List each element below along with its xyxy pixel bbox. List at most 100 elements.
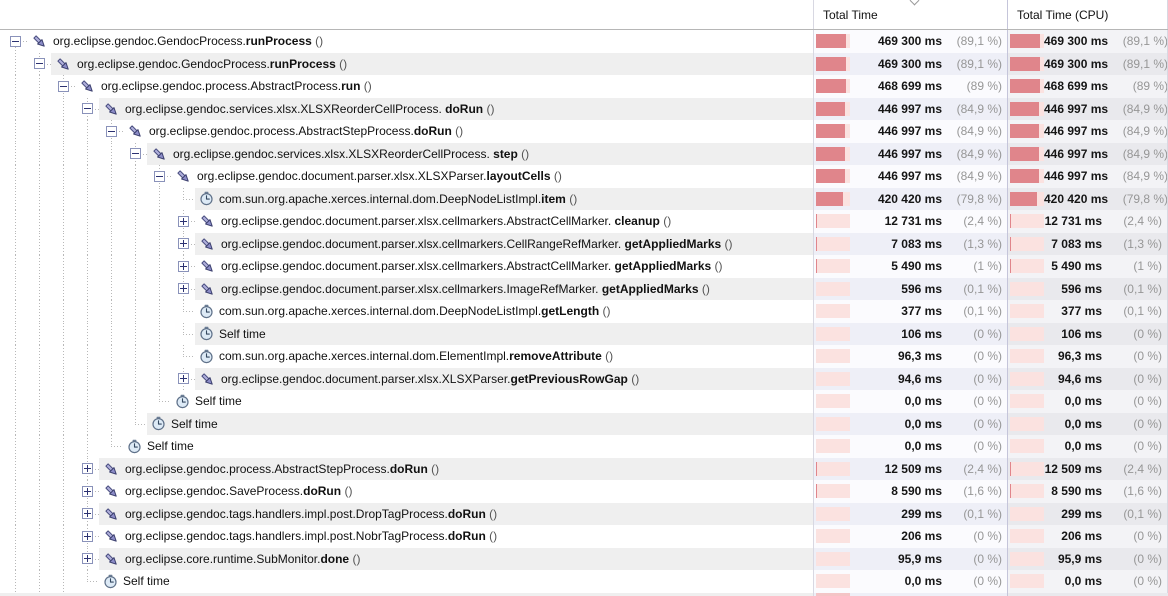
expand-toggle[interactable]: [178, 283, 189, 295]
column-header-total-time[interactable]: Total Time: [813, 0, 1007, 29]
column-header-method[interactable]: [0, 0, 813, 29]
expand-toggle[interactable]: [178, 215, 189, 227]
tree-row[interactable]: Self time 0,0 ms (0 %) 0,0 ms (0 %): [0, 412, 1168, 435]
expand-toggle[interactable]: [178, 238, 189, 250]
tree-guide-line: [51, 322, 75, 345]
method-qualified-name: org.eclipse.gendoc.services.xlsx.XLSXReo…: [173, 143, 529, 166]
expand-toggle[interactable]: [178, 373, 189, 385]
tree-row-content: org.eclipse.gendoc.services.xlsx.XLSXReo…: [147, 142, 813, 166]
time-bar: [1010, 259, 1044, 274]
collapse-toggle[interactable]: [58, 80, 69, 92]
time-percent: (2,4 %): [963, 461, 1002, 476]
method-qualified-name: com.sun.org.apache.xerces.internal.dom.D…: [219, 188, 577, 211]
tree-row[interactable]: org.eclipse.gendoc.services.xlsx.XLSXReo…: [0, 97, 1168, 120]
time-bar: [1010, 484, 1044, 499]
tree-row[interactable]: org.eclipse.core.runtime.SubMonitor.done…: [0, 547, 1168, 570]
time-percent: (1 %): [1133, 259, 1162, 273]
tree-row[interactable]: org.eclipse.gendoc.document.parser.xlsx.…: [0, 210, 1168, 233]
time-bar: [1010, 146, 1044, 161]
column-header-total-time-cpu[interactable]: Total Time (CPU): [1007, 0, 1168, 29]
time-bar: [816, 146, 850, 161]
tree-row[interactable]: org.eclipse.gendoc.document.parser.xlsx.…: [0, 255, 1168, 278]
self-time-icon: [176, 394, 189, 408]
tree-row[interactable]: Self time 0,0 ms (0 %) 0,0 ms (0 %): [0, 570, 1168, 593]
tree-row[interactable]: org.eclipse.gendoc.tags.handlers.impl.po…: [0, 525, 1168, 548]
time-value: 469 300 ms: [1044, 56, 1109, 71]
collapse-toggle[interactable]: [130, 148, 141, 160]
tree-row[interactable]: org.eclipse.gendoc.tags.handlers.impl.po…: [0, 502, 1168, 525]
tree-guide-line: [183, 198, 193, 200]
method-cell: org.eclipse.gendoc.document.parser.xlsx.…: [0, 367, 813, 390]
total-time-cell: 446 997 ms (84,9 %): [813, 120, 1007, 143]
tree-row[interactable]: org.eclipse.gendoc.document.parser.xlsx.…: [0, 232, 1168, 255]
time-value: 7 083 ms: [891, 236, 942, 251]
time-value: 469 300 ms: [877, 34, 942, 48]
tree-row[interactable]: com.sun.org.apache.xerces.internal.dom.D…: [0, 187, 1168, 211]
time-value: 468 699 ms: [877, 79, 942, 93]
method-cell: org.eclipse.gendoc.process.AbstractProce…: [0, 75, 813, 98]
time-value: 446 997 ms: [877, 146, 942, 161]
tree-guide-line: [3, 367, 27, 390]
tree-row[interactable]: org.eclipse.gendoc.document.parser.xlsx.…: [0, 165, 1168, 188]
tree-row[interactable]: Self time 0,0 ms (0 %) 0,0 ms (0 %): [0, 390, 1168, 413]
time-bar-fill: [1010, 124, 1039, 139]
method-cell: Self time: [0, 412, 813, 435]
collapse-toggle[interactable]: [154, 170, 165, 182]
tree-row[interactable]: org.eclipse.gendoc.document.parser.xlsx.…: [0, 277, 1168, 300]
time-value: 96,3 ms: [897, 349, 942, 363]
collapse-toggle[interactable]: [106, 125, 117, 137]
time-value: 0,0 ms: [1064, 574, 1102, 588]
time-bar: [1010, 281, 1044, 296]
expand-toggle[interactable]: [178, 260, 189, 272]
method-cell: org.eclipse.gendoc.document.parser.xlsx.…: [0, 255, 813, 278]
tree-row-content: org.eclipse.gendoc.document.parser.xlsx.…: [171, 165, 813, 188]
collapse-toggle[interactable]: [82, 103, 93, 115]
expand-toggle[interactable]: [82, 530, 93, 542]
tree-guide-line: [159, 401, 169, 403]
tree-row[interactable]: org.eclipse.gendoc.GendocProcess.runProc…: [0, 30, 1168, 53]
method-cell: org.eclipse.gendoc.document.parser.xlsx.…: [0, 232, 813, 255]
tree-row[interactable]: org.eclipse.gendoc.document.parser.xlsx.…: [0, 367, 1168, 390]
cpu-time-cell: 377 ms (0,1 %): [1007, 300, 1168, 323]
collapse-toggle[interactable]: [10, 35, 21, 47]
tree-row[interactable]: Self time 0,0 ms (0 %) 0,0 ms (0 %): [0, 435, 1168, 458]
tree-row[interactable]: Self time 106 ms (0 %) 106 ms (0 %): [0, 322, 1168, 346]
package-name: org.eclipse.gendoc.services.xlsx.XLSXReo…: [125, 101, 446, 116]
total-time-cell: 468 699 ms (89 %): [813, 75, 1007, 98]
tree-row[interactable]: org.eclipse.gendoc.SaveProcess.doRun () 8…: [0, 480, 1168, 503]
tree-row[interactable]: org.eclipse.gendoc.process.AbstractProce…: [0, 75, 1168, 98]
tree-row[interactable]: com.sun.org.apache.xerces.internal.dom.E…: [0, 345, 1168, 368]
tree-row[interactable]: org.eclipse.gendoc.process.AbstractStepP…: [0, 120, 1168, 143]
method-parens: (): [349, 551, 361, 566]
time-bar: [816, 34, 850, 49]
time-percent: (0 %): [1133, 416, 1162, 431]
time-bar: [816, 169, 850, 184]
time-bar-fill: [1010, 461, 1011, 476]
method-qualified-name: org.eclipse.gendoc.document.parser.xlsx.…: [197, 165, 562, 188]
tree-guide-line: [3, 345, 27, 368]
package-name: org.eclipse.gendoc.document.parser.xlsx.…: [221, 281, 602, 296]
tree-guide-line: [123, 390, 147, 413]
time-bar: [816, 574, 850, 589]
tree-guide-line: [164, 176, 171, 178]
time-value: 106 ms: [1061, 326, 1102, 341]
expand-toggle[interactable]: [82, 553, 93, 565]
profiler-call-tree-table: Total Time Total Time (CPU) org.eclipse.…: [0, 0, 1168, 596]
expand-toggle[interactable]: [82, 508, 93, 520]
tree-guide-line: [123, 187, 147, 210]
expand-toggle[interactable]: [82, 485, 93, 497]
collapse-toggle[interactable]: [34, 58, 45, 70]
tree-connector: [171, 232, 195, 255]
tree-row[interactable]: com.sun.org.apache.xerces.internal.dom.D…: [0, 300, 1168, 323]
method-icon: [81, 80, 93, 92]
tree-guide-line: [75, 142, 99, 165]
tree-connector: [171, 322, 195, 346]
expand-toggle[interactable]: [82, 463, 93, 475]
tree-row[interactable]: org.eclipse.gendoc.process.AbstractStepP…: [0, 457, 1168, 480]
total-time-cell: 12 509 ms (2,4 %): [813, 457, 1007, 480]
package-name: org.eclipse.gendoc.process.AbstractStepP…: [149, 124, 414, 138]
tree-row[interactable]: org.eclipse.gendoc.services.xlsx.XLSXReo…: [0, 142, 1168, 166]
tree-row[interactable]: org.eclipse.gendoc.GendocProcess.runProc…: [0, 52, 1168, 75]
cpu-time-cell: 0,0 ms (0 %): [1007, 570, 1168, 593]
time-bar-fill: [816, 146, 845, 161]
